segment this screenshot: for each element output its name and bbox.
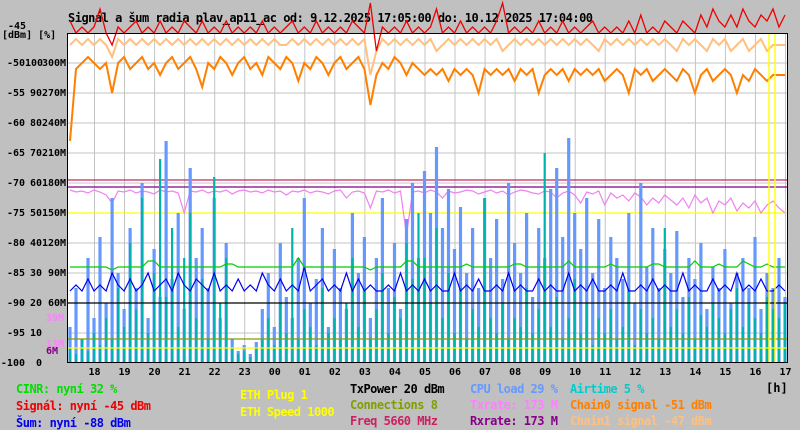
y-axis-row: -100 0 <box>0 358 42 369</box>
x-axis-unit-label: [h] <box>766 381 788 395</box>
legend-cpu-load: CPU load 29 % <box>470 382 558 396</box>
y-axis-extra-rate-label: 39M <box>46 313 65 324</box>
x-axis-hour-label: 04 <box>388 367 401 378</box>
x-axis-hour-label: 18 <box>88 367 101 378</box>
x-axis-hour-label: 05 <box>418 367 431 378</box>
x-axis-hour-label: 03 <box>358 367 371 378</box>
legend-airtime: Airtime 5 % <box>570 382 644 396</box>
x-axis-hour-label: 10 <box>569 367 582 378</box>
legend-chain0: Chain0 signal -51 dBm <box>570 398 712 412</box>
y-axis-row: -55 90 270M <box>6 88 67 99</box>
x-axis-hour-label: 01 <box>298 367 311 378</box>
x-axis-hour-label: 07 <box>479 367 492 378</box>
y-axis-row: -80 40 120M <box>6 238 67 249</box>
x-axis-hour-label: 15 <box>719 367 732 378</box>
y-axis-unit-label: [dBm] [%] <box>2 30 57 41</box>
y-axis-row: -95 10 <box>6 328 42 339</box>
legend-txpower: TxPower 20 dBm <box>350 382 445 396</box>
legend-rxrate: Rxrate: 173 M <box>470 414 558 428</box>
y-axis-row: -75 50 150M <box>6 208 67 219</box>
legend-noise: Šum: nyní -88 dBm <box>16 416 131 430</box>
legend-chain1: Chain1 signal -47 dBm <box>570 414 712 428</box>
legend-eth-plug: ETH Plug 1 <box>240 388 308 402</box>
x-axis-hour-label: 13 <box>659 367 672 378</box>
x-axis-hour-label: 09 <box>539 367 552 378</box>
x-axis-hour-label: 02 <box>328 367 341 378</box>
x-axis-hour-label: 08 <box>509 367 522 378</box>
legend-txrate: Txrate: 173 M <box>470 398 558 412</box>
x-axis-hour-label: 17 <box>779 367 792 378</box>
legend-freq: Freq 5660 MHz <box>350 414 438 428</box>
y-axis-extra-rate-label: 6M <box>46 346 59 357</box>
x-axis-hour-label: 14 <box>689 367 702 378</box>
x-axis-hour-label: 21 <box>178 367 191 378</box>
x-axis-hour-label: 16 <box>749 367 762 378</box>
chart-plot-area <box>67 0 788 363</box>
y-axis-row: -90 20 60M <box>6 298 66 309</box>
x-axis-hour-label: 00 <box>268 367 281 378</box>
legend-connections: Connections 8 <box>350 398 438 412</box>
y-axis-row: -85 30 90M <box>6 268 66 279</box>
y-axis-row: -70 60 180M <box>6 178 67 189</box>
x-axis-hour-label: 20 <box>148 367 161 378</box>
legend-eth-speed: ETH Speed 1000 <box>240 405 335 419</box>
y-axis-row: -65 70 210M <box>6 148 67 159</box>
y-axis-row: -60 80 240M <box>6 118 67 129</box>
x-axis-hour-label: 12 <box>629 367 642 378</box>
y-axis-row: -50 100 300M <box>6 58 67 69</box>
x-axis-hour-label: 22 <box>208 367 221 378</box>
x-axis-hour-label: 19 <box>118 367 131 378</box>
legend-signal: Signál: nyní -45 dBm <box>16 399 151 413</box>
x-axis-hour-label: 11 <box>599 367 612 378</box>
x-axis-hour-label: 06 <box>448 367 462 378</box>
legend-cinr: CINR: nyní 32 % <box>16 382 117 396</box>
signal-noise-chart-page: Signál a šum radia plav_ap11_ac od: 9.12… <box>0 0 800 430</box>
x-axis-hour-label: 23 <box>238 367 251 378</box>
